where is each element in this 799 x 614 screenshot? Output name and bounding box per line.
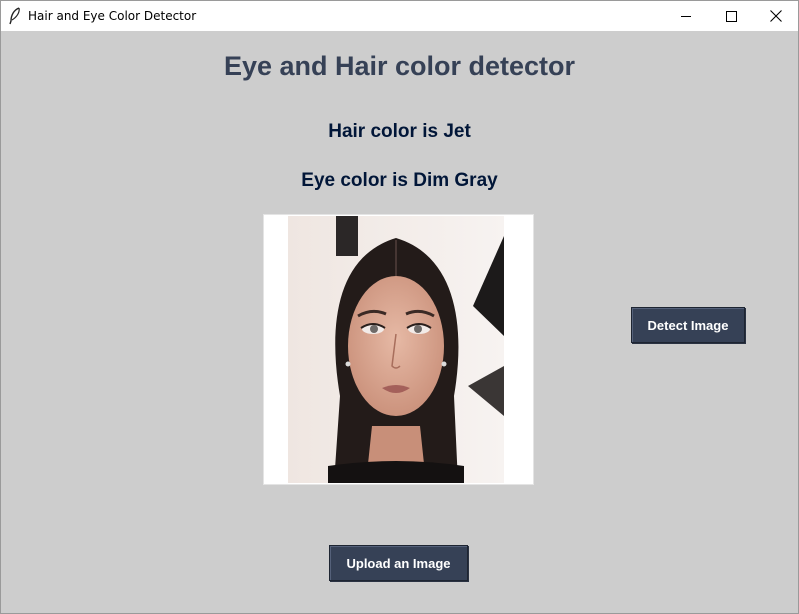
upload-image-button[interactable]: Upload an Image (329, 545, 468, 581)
detect-image-button[interactable]: Detect Image (631, 307, 745, 343)
title-bar[interactable]: Hair and Eye Color Detector (1, 1, 798, 31)
feather-icon (8, 7, 22, 25)
hair-color-result: Hair color is Jet (328, 121, 471, 142)
page-title: Eye and Hair color detector (223, 51, 576, 81)
image-preview-frame (263, 214, 534, 485)
window-title: Hair and Eye Color Detector (28, 9, 197, 23)
close-icon (770, 10, 782, 22)
face-photo (288, 216, 504, 483)
minimize-icon (680, 11, 692, 22)
minimize-button[interactable] (663, 1, 709, 31)
maximize-icon (725, 10, 737, 22)
close-button[interactable] (753, 1, 799, 31)
maximize-button[interactable] (708, 1, 754, 31)
app-window: Hair and Eye Color Detector Eye and Hair… (0, 0, 799, 614)
eye-color-result: Eye color is Dim Gray (301, 170, 498, 191)
